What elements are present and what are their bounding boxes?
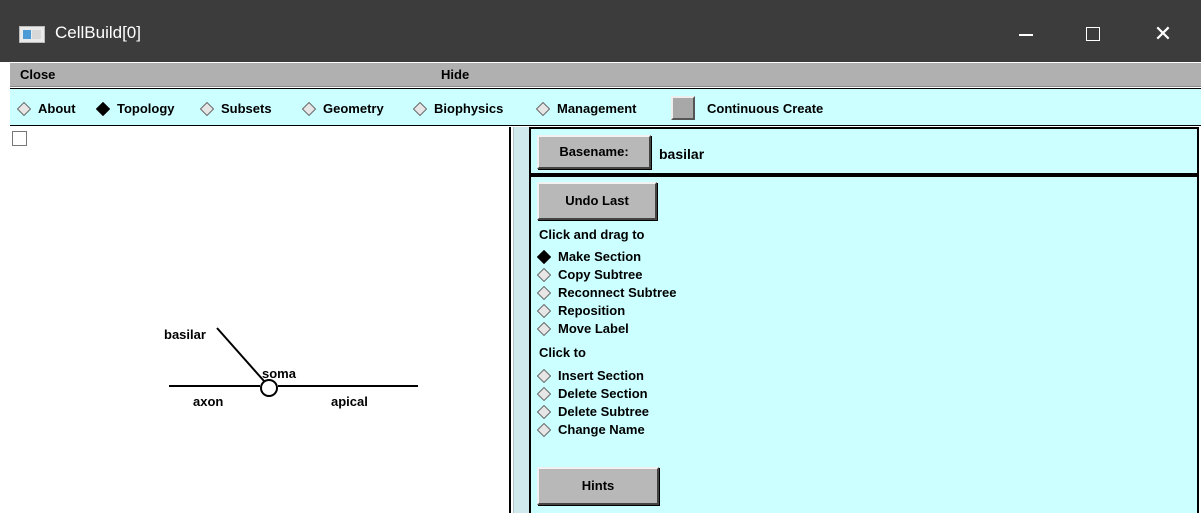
option-move-label[interactable]: Move Label xyxy=(537,321,629,336)
drag-heading: Click and drag to xyxy=(539,227,645,242)
app-icon xyxy=(19,26,45,43)
hide-menu[interactable]: Hide xyxy=(441,67,469,82)
pane-splitter[interactable] xyxy=(513,127,529,513)
radio-diamond-icon xyxy=(536,101,550,116)
tab-about[interactable]: About xyxy=(17,101,76,116)
close-window-button[interactable]: ✕ xyxy=(1140,14,1186,54)
radio-diamond-icon xyxy=(537,285,551,300)
hints-button[interactable]: Hints xyxy=(537,467,659,505)
radio-diamond-icon xyxy=(537,267,551,282)
close-menu[interactable]: Close xyxy=(20,67,55,82)
click-heading: Click to xyxy=(539,345,586,360)
close-icon: ✕ xyxy=(1153,21,1173,46)
soma-section[interactable] xyxy=(260,379,278,397)
tab-geometry[interactable]: Geometry xyxy=(302,101,384,116)
radio-diamond-icon xyxy=(17,101,31,116)
tab-biophysics[interactable]: Biophysics xyxy=(413,101,503,116)
option-make-section[interactable]: Make Section xyxy=(537,249,641,264)
basename-button[interactable]: Basename: xyxy=(537,135,651,169)
continuous-create-toggle[interactable] xyxy=(671,96,695,120)
basilar-section[interactable] xyxy=(216,327,265,382)
option-reposition[interactable]: Reposition xyxy=(537,303,625,318)
radio-diamond-icon xyxy=(96,101,110,116)
tab-subsets[interactable]: Subsets xyxy=(200,101,272,116)
menu-bar: Close Hide xyxy=(10,63,1201,87)
radio-diamond-icon xyxy=(537,249,551,264)
window-title: CellBuild[0] xyxy=(55,23,141,42)
option-reconnect-subtree[interactable]: Reconnect Subtree xyxy=(537,285,676,300)
topology-canvas[interactable]: basilar soma axon apical xyxy=(10,127,511,513)
continuous-create-label: Continuous Create xyxy=(707,101,824,116)
option-delete-subtree[interactable]: Delete Subtree xyxy=(537,404,649,419)
option-copy-subtree[interactable]: Copy Subtree xyxy=(537,267,643,282)
basename-value: basilar xyxy=(659,146,705,162)
option-change-name[interactable]: Change Name xyxy=(537,422,645,437)
minimize-button[interactable] xyxy=(1003,14,1049,54)
radio-diamond-icon xyxy=(200,101,214,116)
tab-management[interactable]: Management xyxy=(536,101,636,116)
radio-diamond-icon xyxy=(537,422,551,437)
tab-topology[interactable]: Topology xyxy=(96,101,175,116)
radio-diamond-icon xyxy=(302,101,316,116)
radio-diamond-icon xyxy=(537,303,551,318)
basilar-label: basilar xyxy=(164,327,206,342)
option-delete-section[interactable]: Delete Section xyxy=(537,386,648,401)
minimize-icon xyxy=(1019,34,1033,36)
apical-label: apical xyxy=(331,394,368,409)
option-insert-section[interactable]: Insert Section xyxy=(537,368,644,383)
axon-label: axon xyxy=(193,394,223,409)
radio-diamond-icon xyxy=(537,368,551,383)
radio-diamond-icon xyxy=(413,101,427,116)
radio-diamond-icon xyxy=(537,386,551,401)
maximize-button[interactable] xyxy=(1070,14,1116,54)
tab-bar: About Topology Subsets Geometry Biophysi… xyxy=(10,88,1201,126)
cell-topology-drawing: basilar soma axon apical xyxy=(164,327,418,409)
radio-diamond-icon xyxy=(537,404,551,419)
topology-tools-panel: Undo Last Click and drag to Make Section… xyxy=(529,175,1199,513)
basename-panel: Basename: basilar xyxy=(529,127,1199,175)
undo-last-button[interactable]: Undo Last xyxy=(537,182,657,220)
maximize-icon xyxy=(1086,27,1100,41)
soma-label: soma xyxy=(262,366,297,381)
radio-diamond-icon xyxy=(537,321,551,336)
window-titlebar: CellBuild[0] ✕ xyxy=(0,0,1201,62)
